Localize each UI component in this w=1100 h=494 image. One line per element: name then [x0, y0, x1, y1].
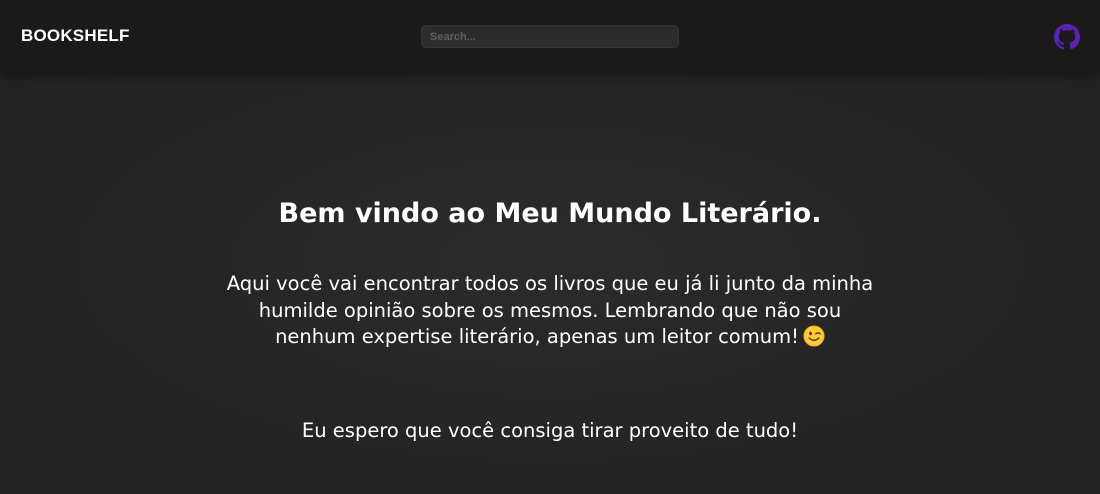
brand-logo[interactable]: BOOKSHELF	[21, 26, 130, 46]
closing-paragraph: Eu espero que você consiga tirar proveit…	[301, 419, 799, 442]
intro-text: Aqui você vai encontrar todos os livros …	[226, 272, 874, 348]
navbar: BOOKSHELF	[0, 0, 1100, 73]
github-link[interactable]	[1054, 24, 1080, 50]
winking-face-emoji-icon	[803, 325, 825, 347]
welcome-section: Bem vindo ao Meu Mundo Literário. Aqui v…	[0, 73, 1100, 494]
search-input[interactable]	[421, 25, 679, 48]
page-title: Bem vindo ao Meu Mundo Literário.	[278, 198, 822, 229]
intro-paragraph: Aqui você vai encontrar todos os livros …	[220, 271, 880, 351]
github-icon	[1054, 24, 1080, 50]
